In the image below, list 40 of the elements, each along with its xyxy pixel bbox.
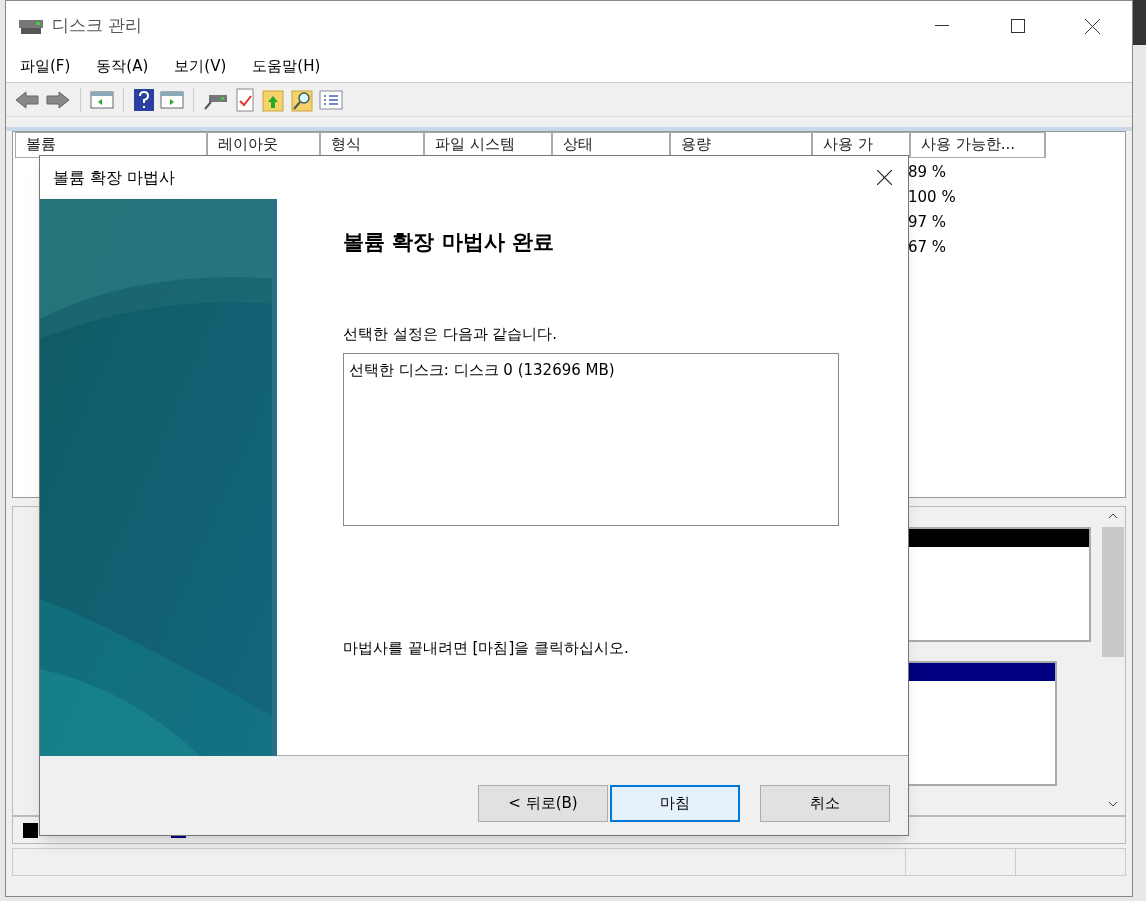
back-arrow-icon[interactable]: [14, 88, 40, 111]
table-cell-text: 67 %: [908, 237, 947, 259]
column-header[interactable]: 파일 시스템: [424, 132, 552, 158]
checklist-icon[interactable]: [234, 87, 256, 112]
dialog-title: 볼륨 확장 마법사: [53, 166, 176, 189]
menu-item[interactable]: 동작(A): [96, 55, 149, 78]
column-header[interactable]: 사용 가: [812, 132, 910, 158]
scroll-thumb[interactable]: [1102, 527, 1124, 657]
window-title: 디스크 관리: [52, 14, 143, 38]
finish-hint: 마법사를 끝내려면 [마침]을 클릭하십시오.: [343, 638, 630, 659]
column-header[interactable]: 상태: [552, 132, 670, 158]
column-header[interactable]: 형식: [320, 132, 424, 158]
column-header[interactable]: 용량: [670, 132, 812, 158]
table-cell-text: 97 %: [908, 212, 947, 234]
close-icon[interactable]: [877, 170, 892, 185]
forward-arrow-icon[interactable]: [45, 88, 71, 111]
wizard-button[interactable]: < 뒤로(B): [478, 785, 608, 822]
menu-item[interactable]: 도움말(H): [252, 55, 321, 78]
column-header[interactable]: 볼륨: [15, 132, 207, 158]
column-header[interactable]: 사용 가능한...: [910, 132, 1045, 158]
search-icon[interactable]: [290, 87, 314, 112]
help-icon[interactable]: [133, 87, 155, 112]
menu-item[interactable]: 보기(V): [174, 55, 227, 78]
minimize-icon[interactable]: [935, 25, 949, 27]
summary-line: 선택한 디스크: 디스크 0 (132696 MB): [349, 360, 616, 381]
list-icon[interactable]: [319, 88, 343, 111]
wizard-intro: 선택한 설정은 다음과 같습니다.: [343, 323, 559, 345]
column-header[interactable]: 레이아웃: [207, 132, 320, 158]
wizard-button[interactable]: 마침: [610, 785, 740, 822]
table-cell-text: 89 %: [908, 162, 947, 184]
wizard-heading: 볼륨 확장 마법사 완료: [343, 229, 555, 256]
menu-item[interactable]: 파일(F): [20, 55, 71, 78]
table-cell-text: 100 %: [908, 187, 956, 209]
wizard-button[interactable]: 취소: [760, 785, 890, 822]
background-window: [1133, 0, 1146, 45]
scroll-down-icon[interactable]: [1108, 801, 1118, 807]
maximize-icon[interactable]: [1011, 19, 1025, 33]
folder-up-icon[interactable]: [261, 87, 285, 112]
close-icon[interactable]: [1085, 18, 1100, 34]
scroll-up-icon[interactable]: [1108, 513, 1118, 519]
